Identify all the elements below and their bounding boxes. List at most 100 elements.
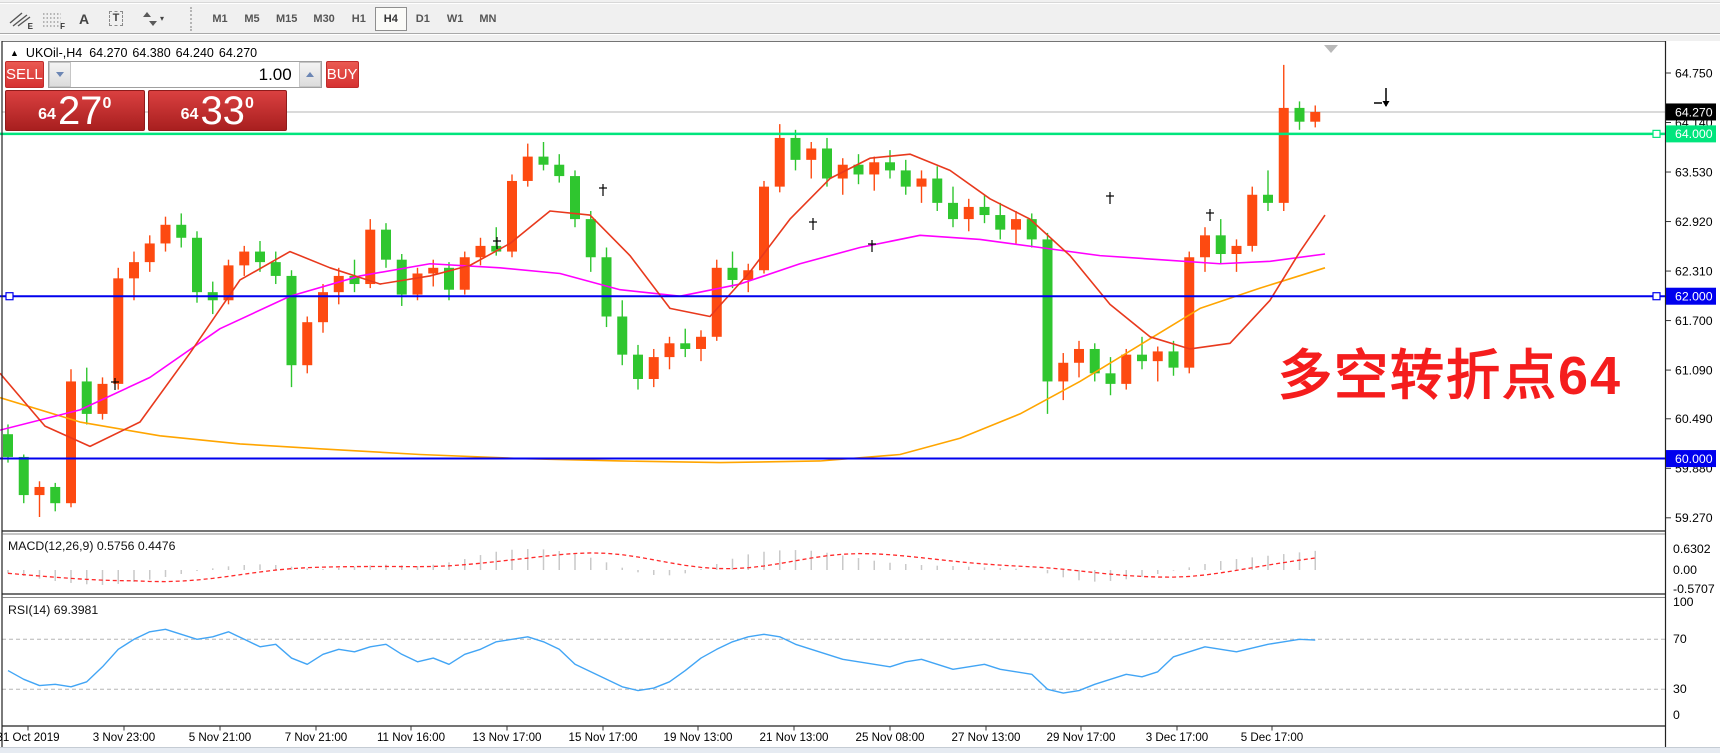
time-tick-label: 7 Nov 21:00	[285, 731, 348, 744]
rsi-axis-label: 0	[1673, 708, 1680, 722]
candle	[192, 231, 202, 302]
tab-timeframe-W1[interactable]: W1	[439, 7, 472, 31]
price-tick-label: 62.310	[1675, 264, 1713, 278]
candle	[113, 268, 123, 390]
tool-sub-label: F	[60, 22, 65, 31]
trade-prices-row: 64 27 0 64 33 0	[5, 90, 287, 131]
time-tick-label: 13 Nov 17:00	[473, 731, 542, 744]
time-tick-label: 3 Nov 23:00	[93, 731, 156, 744]
macd-axis-label: -0.5707	[1673, 582, 1715, 596]
price-tick-label: 64.750	[1675, 66, 1713, 80]
time-tick-label: 29 Nov 17:00	[1047, 731, 1116, 744]
tab-timeframe-H4[interactable]: H4	[375, 7, 407, 31]
rsi-label: RSI(14) 69.3981	[8, 603, 98, 617]
fibonacci-retracement-icon[interactable]: F	[36, 6, 68, 32]
svg-text:62.000: 62.000	[1675, 290, 1713, 304]
line-handle[interactable]	[1653, 130, 1660, 137]
time-tick-label: 11 Nov 16:00	[377, 731, 445, 744]
chart-text-annotation: 多空转折点64	[1278, 346, 1622, 406]
time-tick-label: 15 Nov 17:00	[569, 731, 638, 744]
trading-terminal-window: E F A T ▾ M1M5M15M30H1H4D1W1MN ▲ UKOil-,…	[0, 0, 1720, 753]
letter-t: T	[109, 11, 124, 26]
chevron-down-icon: ▾	[160, 14, 164, 23]
time-tick-label: 3 Dec 17:00	[1146, 731, 1209, 744]
buy-price-small: 64	[181, 106, 199, 124]
tab-timeframe-M30[interactable]: M30	[305, 7, 342, 31]
last-price-label: 64.270	[1666, 103, 1716, 120]
candle	[1247, 187, 1257, 252]
toolbar: E F A T ▾ M1M5M15M30H1H4D1W1MN	[0, 4, 1720, 34]
price-tick-label: 61.090	[1675, 363, 1713, 377]
buy-button[interactable]: BUY	[326, 61, 359, 88]
svg-text:64.000: 64.000	[1675, 127, 1713, 141]
triangle-down-icon	[56, 72, 64, 77]
price-tick-label: 61.700	[1675, 314, 1713, 328]
sell-price-big: 27	[58, 92, 103, 130]
blue-line-62-label: 62.000	[1666, 288, 1716, 305]
candle	[570, 170, 580, 227]
candle	[460, 252, 470, 295]
time-tick-label: 27 Nov 13:00	[952, 731, 1021, 744]
letter-a: A	[79, 11, 89, 27]
buy-price-box[interactable]: 64 33 0	[148, 90, 288, 131]
macd-axis-label: 0.00	[1673, 563, 1697, 577]
time-tick-label: 31 Oct 2019	[0, 731, 60, 744]
collapse-arrow-icon[interactable]: ▲	[10, 48, 19, 58]
volume-increase-button[interactable]	[299, 62, 321, 87]
arrows-tool-icon[interactable]: ▾	[132, 6, 174, 32]
low-value: 64.240	[176, 46, 214, 60]
equidistant-channel-icon[interactable]: E	[4, 6, 36, 32]
toolbar-separator	[190, 7, 194, 31]
candle	[302, 317, 312, 374]
text-tool-icon[interactable]: T	[100, 6, 132, 32]
one-click-trade-panel: SELL BUY 64 27 0 64 33 0	[5, 61, 287, 131]
rsi-axis-label: 30	[1673, 682, 1687, 696]
volume-input[interactable]	[71, 62, 299, 87]
candle	[759, 181, 769, 274]
sell-price-sup: 0	[102, 95, 111, 113]
tab-timeframe-M5[interactable]: M5	[236, 7, 268, 31]
sell-price-small: 64	[38, 106, 56, 124]
close-value: 64.270	[219, 46, 257, 60]
line-handle[interactable]	[6, 293, 13, 300]
ohlc-values: 64.270 64.380 64.240 64.270	[89, 46, 257, 60]
green-line-label: 64.000	[1666, 125, 1716, 142]
upper-toolbar-edge	[0, 0, 1720, 3]
tab-timeframe-M1[interactable]: M1	[204, 7, 236, 31]
price-tick-label: 60.490	[1675, 412, 1713, 426]
tab-timeframe-M15[interactable]: M15	[268, 7, 305, 31]
time-tick-label: 25 Nov 08:00	[856, 731, 925, 744]
svg-text:64.270: 64.270	[1675, 105, 1713, 119]
open-value: 64.270	[89, 46, 127, 60]
time-tick-label: 5 Dec 17:00	[1241, 731, 1304, 744]
tab-timeframe-H1[interactable]: H1	[343, 7, 375, 31]
symbol-title: UKOil-,H4	[26, 46, 82, 60]
chart-header: ▲ UKOil-,H4 64.270 64.380 64.240 64.270	[10, 46, 257, 60]
time-tick-label: 5 Nov 21:00	[189, 731, 252, 744]
tab-timeframe-MN[interactable]: MN	[471, 7, 504, 31]
text-label-icon[interactable]: A	[68, 6, 100, 32]
toolbar-gap	[0, 35, 1720, 41]
macd-label: MACD(12,26,9) 0.5756 0.4476	[8, 539, 176, 553]
tool-sub-label: E	[28, 22, 33, 31]
candle	[712, 260, 722, 341]
blue-line-60-label: 60.000	[1666, 450, 1716, 467]
sell-price-box[interactable]: 64 27 0	[5, 90, 145, 131]
rsi-axis-label: 100	[1673, 595, 1694, 609]
volume-decrease-button[interactable]	[49, 62, 71, 87]
buy-price-sup: 0	[245, 95, 254, 113]
line-handle[interactable]	[1653, 293, 1660, 300]
high-value: 64.380	[132, 46, 170, 60]
timeframe-group: M1M5M15M30H1H4D1W1MN	[204, 7, 504, 31]
time-tick-label: 21 Nov 13:00	[760, 731, 829, 744]
tab-timeframe-D1[interactable]: D1	[407, 7, 439, 31]
price-tick-label: 59.270	[1675, 511, 1713, 525]
rsi-axis-label: 70	[1673, 632, 1687, 646]
trade-controls-row: SELL BUY	[5, 61, 287, 88]
svg-text:60.000: 60.000	[1675, 452, 1713, 466]
macd-axis-label: 0.6302	[1673, 542, 1711, 556]
triangle-up-icon	[306, 72, 314, 77]
price-tick-label: 62.920	[1675, 215, 1713, 229]
volume-stepper	[48, 61, 322, 88]
sell-button[interactable]: SELL	[5, 61, 44, 88]
